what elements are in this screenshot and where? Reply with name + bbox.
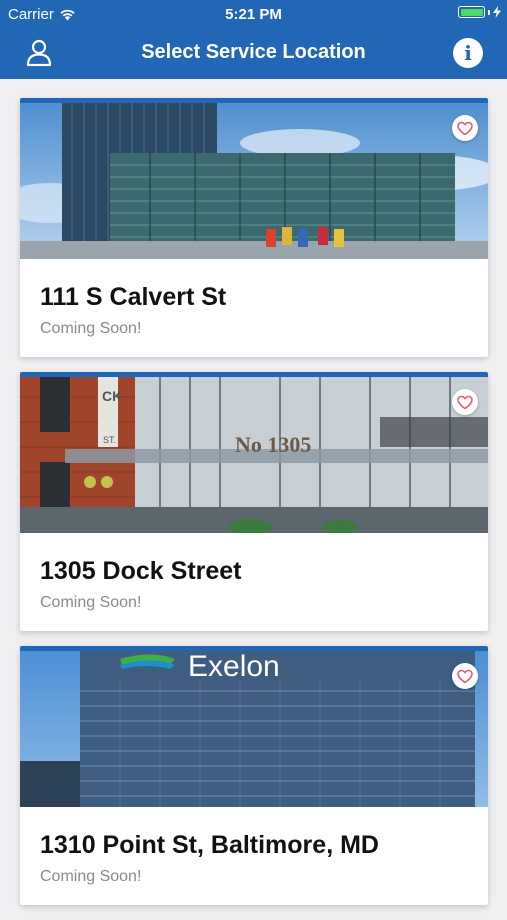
location-card[interactable]: CK ST. No 1305 1305 Dock Street Coming S… [20,372,488,631]
location-name: 111 S Calvert St [40,283,227,311]
dock-sign-st: ST. [103,435,116,445]
info-button[interactable]: i [453,38,483,68]
location-card[interactable]: Exelon 1310 Point St, Baltimore, MD Comi… [20,646,488,905]
building-photo [20,103,488,259]
status-bar: Carrier 5:21 PM [0,0,507,28]
location-card[interactable]: 111 S Calvert St Coming Soon! [20,98,488,357]
info-icon: i [464,41,472,65]
page-title: Select Service Location [141,41,366,63]
location-name: 1310 Point St, Baltimore, MD [40,831,379,859]
dock-sign-number: No 1305 [235,432,311,457]
status-time: 5:21 PM [225,6,282,23]
location-status: Coming Soon! [40,320,142,337]
location-list: 111 S Calvert St Coming Soon! CK ST. No … [20,98,488,920]
favorite-button[interactable] [452,389,478,415]
battery-icon [458,6,485,18]
favorite-button[interactable] [452,115,478,141]
heart-icon [457,121,473,135]
navigation-bar: Select Service Location i [0,28,507,79]
location-status: Coming Soon! [40,594,142,611]
favorite-button[interactable] [452,663,478,689]
building-photo: Exelon [20,651,488,807]
battery-indicator [458,6,501,18]
charging-bolt-icon [493,6,501,18]
dock-sign-ck: CK [102,388,122,404]
heart-icon [457,669,473,683]
building-photo: CK ST. No 1305 [20,377,488,533]
heart-icon [457,395,473,409]
location-status: Coming Soon! [40,868,142,885]
location-name: 1305 Dock Street [40,557,242,585]
exelon-sign: Exelon [188,651,280,683]
app-header: Carrier 5:21 PM Select Service Location [0,0,507,79]
